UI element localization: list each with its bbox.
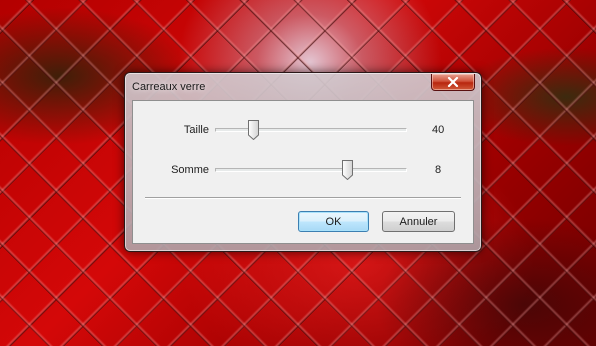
close-icon [447, 77, 459, 87]
taille-slider-track[interactable] [215, 128, 407, 132]
somme-slider-thumb[interactable] [341, 160, 353, 180]
dialog-title: Carreaux verre [132, 81, 206, 93]
title-bar[interactable]: Carreaux verre [125, 73, 481, 99]
taille-value: 40 [432, 124, 445, 136]
taille-slider-thumb[interactable] [247, 120, 259, 140]
ok-button[interactable]: OK [298, 211, 369, 232]
taille-label: Taille [183, 124, 209, 136]
somme-value: 8 [435, 164, 442, 176]
somme-label: Somme [171, 164, 209, 176]
somme-slider-track[interactable] [215, 168, 407, 172]
carreaux-verre-dialog: Carreaux verre Taille 40 Somme 8 OK Annu… [124, 72, 482, 252]
dialog-body: Taille 40 Somme 8 OK Annuler [132, 100, 474, 244]
cancel-button[interactable]: Annuler [382, 211, 455, 232]
close-button[interactable] [431, 74, 475, 91]
separator-line [145, 197, 461, 199]
